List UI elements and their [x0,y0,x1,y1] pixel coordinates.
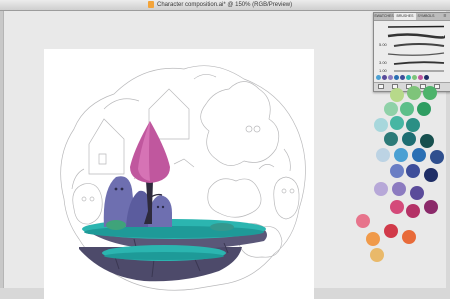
brush-stroke-preview [393,43,445,47]
color-dot [407,86,421,100]
brush-row[interactable] [377,23,447,32]
color-dot [374,182,388,196]
color-dot [424,168,438,182]
color-dot [390,88,404,102]
color-dot [394,148,408,162]
brush-stroke-preview [387,33,445,39]
brush-value: 5.00 [379,42,387,47]
sketch-tree [200,81,280,166]
brush-stroke-preview [393,61,445,65]
color-dot [412,148,426,162]
color-dot [417,102,431,116]
bush-green-2 [210,223,234,231]
brush-stroke-preview [387,25,445,28]
brush-stroke-preview [394,70,444,72]
color-dot [390,200,404,214]
color-dot [402,230,416,244]
tab-symbols[interactable]: SYMBOLS [416,13,436,20]
color-dot [406,164,420,178]
color-dot [384,102,398,116]
color-dot [392,182,406,196]
illustration[interactable] [44,49,314,299]
document-icon [148,1,154,8]
sketch-eye [245,125,253,133]
rock-eye-3 [156,205,160,209]
color-dot [424,200,438,214]
color-dot [406,118,420,132]
color-dot [430,150,444,164]
color-dot [366,232,380,246]
brush-value: 3.00 [379,60,387,65]
brush-row[interactable] [377,50,447,59]
color-dot [402,132,416,146]
color-dot [420,134,434,148]
sketch-eye-6 [289,188,295,194]
tab-brushes[interactable]: BRUSHES [394,13,416,20]
window-titlebar: Character composition.ai* @ 150% (RGB/Pr… [0,0,450,11]
sketch-eye-3 [81,196,87,202]
color-dot [356,214,370,228]
color-dot [390,116,404,130]
color-dot [423,86,437,100]
sketch-creature-2 [273,176,300,220]
sketch-house [88,118,125,175]
rock-eye-2 [120,187,124,191]
rock-eye-4 [161,205,165,209]
artboard[interactable] [44,49,314,299]
bush-green [106,220,126,230]
tab-swatches[interactable]: SWATCHES [374,13,394,20]
color-palette [340,80,450,288]
sketch-bush [207,178,262,218]
color-dot [406,204,420,218]
sketch-eye-5 [281,188,287,194]
brush-row[interactable] [377,32,447,41]
island-platform-lower-shade [104,252,224,260]
color-dot [390,164,404,178]
color-dot [376,148,390,162]
sketch-creature [72,183,103,225]
color-dot [374,118,388,132]
brush-row[interactable]: 5.00 [377,41,447,50]
color-dot [384,132,398,146]
panel-tab-bar: SWATCHES BRUSHES SYMBOLS ≡ [374,13,450,21]
color-dot [400,102,414,116]
brush-stroke-preview [387,52,445,56]
sketch-eye-2 [253,125,261,133]
brush-value: 1.00 [379,68,387,73]
sketch-eye-4 [89,196,95,202]
color-dot [370,248,384,262]
floating-island[interactable] [79,121,267,282]
rock-eye [114,187,118,191]
color-dot [384,224,398,238]
panel-menu-icon[interactable]: ≡ [440,13,450,20]
color-dot [410,186,424,200]
tree-canopy [130,121,170,183]
window-title: Character composition.ai* @ 150% (RGB/Pr… [157,2,293,8]
